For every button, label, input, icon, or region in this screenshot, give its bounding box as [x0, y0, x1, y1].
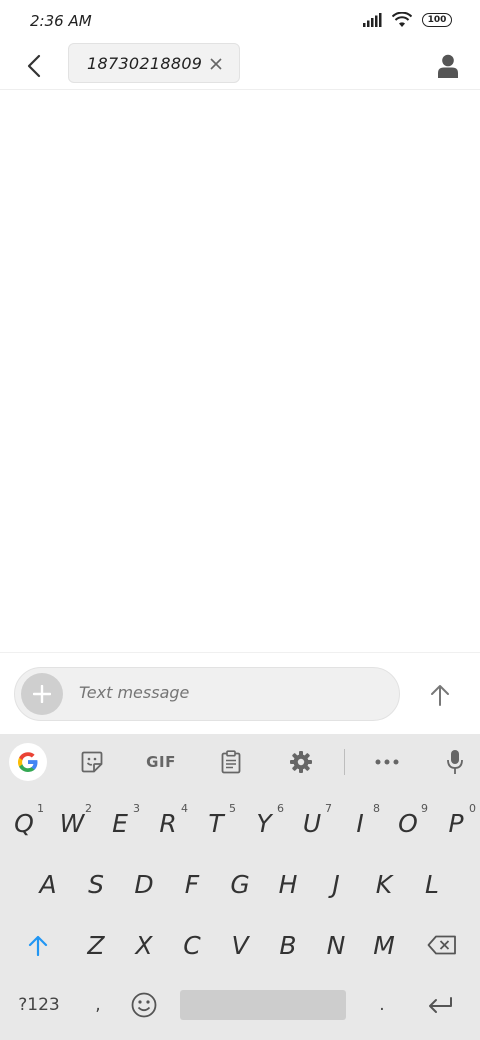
key-label: Y	[256, 808, 272, 838]
key-label: E	[112, 808, 128, 838]
google-button[interactable]	[9, 743, 47, 781]
key-p[interactable]: P0	[432, 796, 480, 850]
key-label: O	[398, 808, 418, 838]
key-l[interactable]: L	[408, 857, 456, 911]
compose-field[interactable]	[14, 667, 400, 721]
space-key[interactable]	[180, 990, 346, 1020]
key-label: W	[59, 808, 85, 838]
clipboard-icon	[221, 750, 241, 774]
key-t[interactable]: T5	[192, 796, 240, 850]
battery-level: 100	[427, 15, 447, 25]
plus-icon	[33, 685, 51, 703]
key-y[interactable]: Y6	[240, 796, 288, 850]
key-v[interactable]: V	[216, 918, 264, 972]
app-bar: 18730218809	[0, 42, 480, 90]
messages-area	[0, 91, 480, 652]
shift-arrow-icon	[28, 935, 48, 956]
key-m[interactable]: M	[360, 918, 408, 972]
key-u[interactable]: U7	[288, 796, 336, 850]
key-label: R	[159, 808, 177, 838]
more-icon	[375, 759, 399, 765]
symbols-key[interactable]: ?123	[10, 978, 68, 1032]
status-bar: 2:36 AM 100	[0, 0, 480, 42]
key-hint: 0	[469, 802, 476, 815]
gif-button[interactable]: GIF	[141, 743, 181, 781]
key-o[interactable]: O9	[384, 796, 432, 850]
key-hint: 8	[373, 802, 380, 815]
backspace-key[interactable]	[418, 918, 466, 972]
gear-icon	[290, 751, 312, 773]
recipient-chip[interactable]: 18730218809	[68, 43, 240, 83]
enter-icon	[429, 997, 452, 1013]
sticker-button[interactable]	[72, 743, 112, 781]
key-label: Q	[14, 808, 34, 838]
backspace-icon	[427, 935, 456, 955]
key-hint: 5	[229, 802, 236, 815]
more-button[interactable]	[367, 743, 407, 781]
key-q[interactable]: Q1	[0, 796, 48, 850]
key-j[interactable]: J	[312, 857, 360, 911]
toolbar-divider	[344, 749, 345, 775]
key-z[interactable]: Z	[72, 918, 120, 972]
key-hint: 9	[421, 802, 428, 815]
key-f[interactable]: F	[168, 857, 216, 911]
key-hint: 6	[277, 802, 284, 815]
back-button[interactable]	[18, 50, 50, 82]
arrow-up-icon	[431, 685, 449, 706]
compose-bar	[0, 652, 480, 734]
mic-icon	[447, 750, 463, 774]
key-label: P	[448, 808, 464, 838]
key-d[interactable]: D	[120, 857, 168, 911]
key-g[interactable]: G	[216, 857, 264, 911]
key-n[interactable]: N	[312, 918, 360, 972]
key-i[interactable]: I8	[336, 796, 384, 850]
remove-recipient-button[interactable]	[207, 55, 225, 73]
clipboard-button[interactable]	[211, 743, 251, 781]
key-w[interactable]: W2	[48, 796, 96, 850]
send-button[interactable]	[422, 677, 458, 713]
emoji-key[interactable]	[120, 978, 168, 1032]
signal-icon	[363, 13, 382, 27]
add-attachment-button[interactable]	[21, 673, 63, 715]
key-label: U	[302, 808, 322, 838]
period-key[interactable]: .	[358, 978, 406, 1032]
key-b[interactable]: B	[264, 918, 312, 972]
keyboard-toolbar: GIF	[0, 734, 480, 790]
voice-input-button[interactable]	[435, 743, 475, 781]
key-c[interactable]: C	[168, 918, 216, 972]
key-a[interactable]: A	[24, 857, 72, 911]
recipient-number: 18730218809	[87, 53, 203, 73]
key-r[interactable]: R4	[144, 796, 192, 850]
key-label: T	[208, 808, 224, 838]
key-hint: 4	[181, 802, 188, 815]
key-label: I	[356, 808, 364, 838]
google-icon	[18, 752, 38, 772]
key-e[interactable]: E3	[96, 796, 144, 850]
close-icon	[210, 58, 222, 70]
back-arrow-icon	[27, 54, 41, 78]
key-hint: 3	[133, 802, 140, 815]
settings-button[interactable]	[281, 743, 321, 781]
shift-key[interactable]	[14, 918, 62, 972]
key-k[interactable]: K	[360, 857, 408, 911]
message-input[interactable]	[79, 683, 379, 702]
enter-key[interactable]	[416, 978, 464, 1032]
contact-button[interactable]	[430, 48, 466, 84]
battery-icon: 100	[422, 13, 452, 27]
gif-label: GIF	[146, 753, 176, 771]
status-time: 2:36 AM	[30, 12, 92, 30]
status-icons: 100	[362, 12, 452, 28]
key-x[interactable]: X	[120, 918, 168, 972]
sticker-icon	[81, 751, 103, 773]
key-hint: 7	[325, 802, 332, 815]
comma-key[interactable]: ,	[74, 978, 122, 1032]
emoji-icon	[131, 992, 157, 1018]
person-icon	[438, 54, 458, 78]
key-hint: 2	[85, 802, 92, 815]
key-s[interactable]: S	[72, 857, 120, 911]
keyboard: Q1 W2 E3 R4 T5 Y6 U7 I8 O9 P0 A S D F G …	[0, 790, 480, 1040]
key-h[interactable]: H	[264, 857, 312, 911]
wifi-icon	[392, 12, 412, 27]
key-hint: 1	[37, 802, 44, 815]
